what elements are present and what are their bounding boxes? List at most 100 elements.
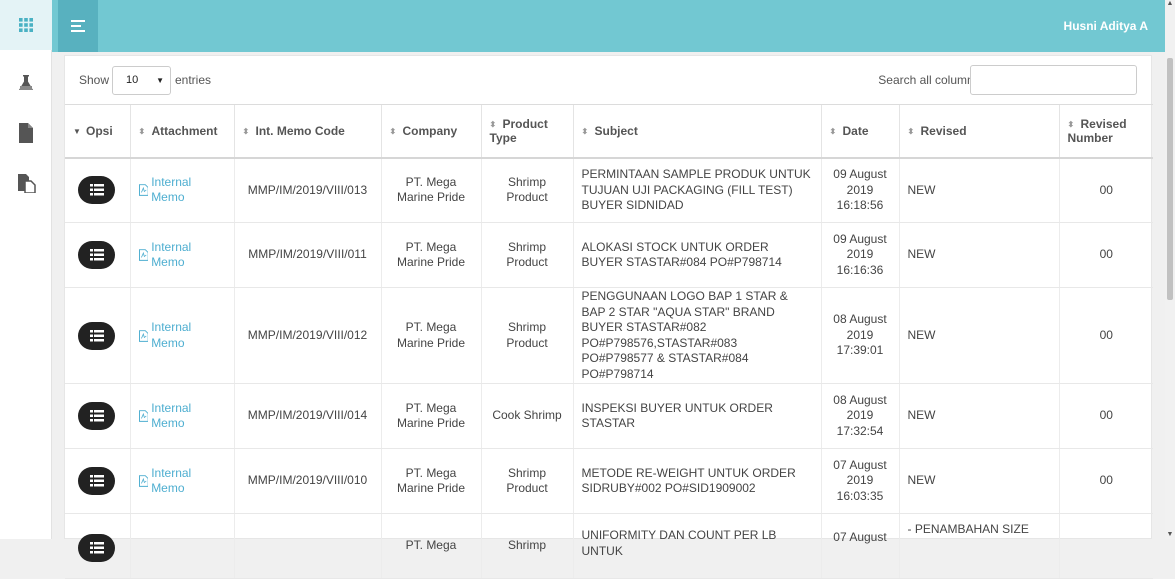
pdf-file-icon [138,249,149,261]
product-type-cell: Cook Shrimp [480,383,573,449]
select-caret-icon: ▼ [156,76,164,85]
column-header-memo-code[interactable]: ⬍ Int. Memo Code [233,104,381,159]
options-button[interactable] [78,534,115,562]
column-header-date[interactable]: ⬍ Date [820,104,899,159]
sort-icon: ⬍ [1067,119,1075,129]
options-button[interactable] [78,241,115,269]
scroll-thumb[interactable] [1167,58,1173,300]
options-button[interactable] [78,176,115,205]
product-type-cell: Shrimp Product [480,448,573,514]
apps-grid-button[interactable] [0,0,52,50]
date-cell: 08 August 2019 17:32:54 [820,383,899,449]
product-type-cell: Shrimp Product [480,157,573,223]
memo-code-cell: MMP/IM/2019/VIII/013 [233,157,381,223]
column-header-opsi[interactable]: ▼ Opsi [65,104,130,159]
table-row: PT. Mega Shrimp UNIFORMITY DAN COUNT PER… [65,513,1153,579]
sort-icon: ⬍ [138,126,146,136]
column-header-attachment[interactable]: ⬍ Attachment [129,104,234,159]
company-cell: PT. Mega Marine Pride [380,157,481,223]
sort-icon: ⬍ [489,119,497,129]
pdf-file-icon [138,475,149,487]
menu-toggle-icon [71,20,85,32]
memo-code-cell: MMP/IM/2019/VIII/011 [233,222,381,288]
grid-icon [19,18,33,32]
product-type-cell: Shrimp Product [480,222,573,288]
pdf-file-icon [138,329,149,342]
sort-icon: ⬍ [389,126,397,136]
table-header-row: ▼ Opsi ⬍ Attachment ⬍ Int. Memo Code ⬍ Compa… [65,104,1153,159]
product-type-cell: Shrimp Product [480,287,573,384]
list-icon [89,410,104,422]
revised-number-cell [1058,513,1153,579]
copy-documents-icon [18,174,36,193]
document-button[interactable] [0,108,52,158]
revised-cell: NEW [898,383,1059,449]
table-row: Internal Memo MMP/IM/2019/VIII/014 PT. M… [65,383,1153,449]
page-scrollbar[interactable]: ▲ ▼ [1165,0,1175,539]
page-size-value: 10 [126,74,139,86]
search-label: Search all columns: [878,73,983,87]
date-cell: 09 August 2019 16:16:36 [820,222,899,288]
menu-toggle-button[interactable] [58,0,98,52]
column-header-product-type[interactable]: ⬍ Product Type [480,104,573,159]
column-header-revised-number[interactable]: ⬍ Revised Number [1058,104,1153,159]
table-row: Internal Memo MMP/IM/2019/VIII/012 PT. M… [65,287,1153,384]
list-icon [89,184,104,196]
pdf-file-icon [138,410,149,422]
subject-cell: INSPEKSI BUYER UNTUK ORDER STASTAR [572,383,821,449]
sort-icon: ⬍ [242,126,250,136]
memo-table: ▼ Opsi ⬍ Attachment ⬍ Int. Memo Code ⬍ Compa… [65,104,1153,579]
revised-number-cell: 00 [1058,157,1153,223]
flask-icon [19,75,33,90]
options-button[interactable] [78,321,115,350]
date-cell: 07 August [820,513,899,579]
sort-icon: ⬍ [581,126,589,136]
attachment-link[interactable]: Internal Memo [138,240,226,271]
revised-cell: NEW [898,222,1059,288]
date-cell: 08 August 2019 17:39:01 [820,287,899,384]
subject-cell: ALOKASI STOCK UNTUK ORDER BUYER STASTAR#… [572,222,821,288]
pdf-file-icon [138,184,149,197]
lab-button[interactable] [0,58,52,108]
memo-table-panel: Show 10 ▼ entries Search all columns: ▼ O… [64,55,1153,579]
sort-desc-icon: ▼ [73,126,81,136]
page-size-select[interactable]: 10 ▼ [112,66,171,95]
sidebar [0,0,52,539]
revised-cell: - PENAMBAHAN SIZE [898,513,1059,579]
list-icon [89,249,104,261]
attachment-link[interactable]: Internal Memo [138,466,226,497]
sort-icon: ⬍ [829,126,837,136]
company-cell: PT. Mega Marine Pride [380,287,481,384]
date-cell: 09 August 2019 16:18:56 [820,157,899,223]
scroll-down-icon[interactable]: ▼ [1166,531,1174,539]
table-row: Internal Memo MMP/IM/2019/VIII/010 PT. M… [65,448,1153,514]
copy-documents-button[interactable] [0,158,52,208]
options-button[interactable] [78,402,115,430]
table-row: Internal Memo MMP/IM/2019/VIII/011 PT. M… [65,222,1153,288]
column-header-subject[interactable]: ⬍ Subject [572,104,821,159]
attachment-link[interactable]: Internal Memo [138,320,226,351]
memo-code-cell: MMP/IM/2019/VIII/010 [233,448,381,514]
subject-cell: UNIFORMITY DAN COUNT PER LB UNTUK [572,513,821,579]
search-input[interactable] [970,65,1137,95]
user-name[interactable]: Husni Aditya A [1064,19,1148,33]
table-row: Internal Memo MMP/IM/2019/VIII/013 PT. M… [65,157,1153,223]
memo-code-cell: MMP/IM/2019/VIII/014 [233,383,381,449]
list-icon [89,542,104,554]
company-cell: PT. Mega Marine Pride [380,222,481,288]
revised-number-cell: 00 [1058,448,1153,514]
list-icon [89,475,104,487]
options-button[interactable] [78,467,115,495]
revised-number-cell: 00 [1058,222,1153,288]
column-header-revised[interactable]: ⬍ Revised [898,104,1059,159]
memo-code-cell: MMP/IM/2019/VIII/012 [233,287,381,384]
show-label: Show [79,73,110,87]
product-type-cell: Shrimp [480,513,573,579]
sort-icon: ⬍ [907,126,915,136]
company-cell: PT. Mega [380,513,481,579]
scroll-up-icon[interactable]: ▲ [1166,0,1174,8]
attachment-link[interactable]: Internal Memo [138,401,226,432]
column-header-company[interactable]: ⬍ Company [380,104,481,159]
attachment-link[interactable]: Internal Memo [138,175,226,206]
list-icon [89,329,104,341]
